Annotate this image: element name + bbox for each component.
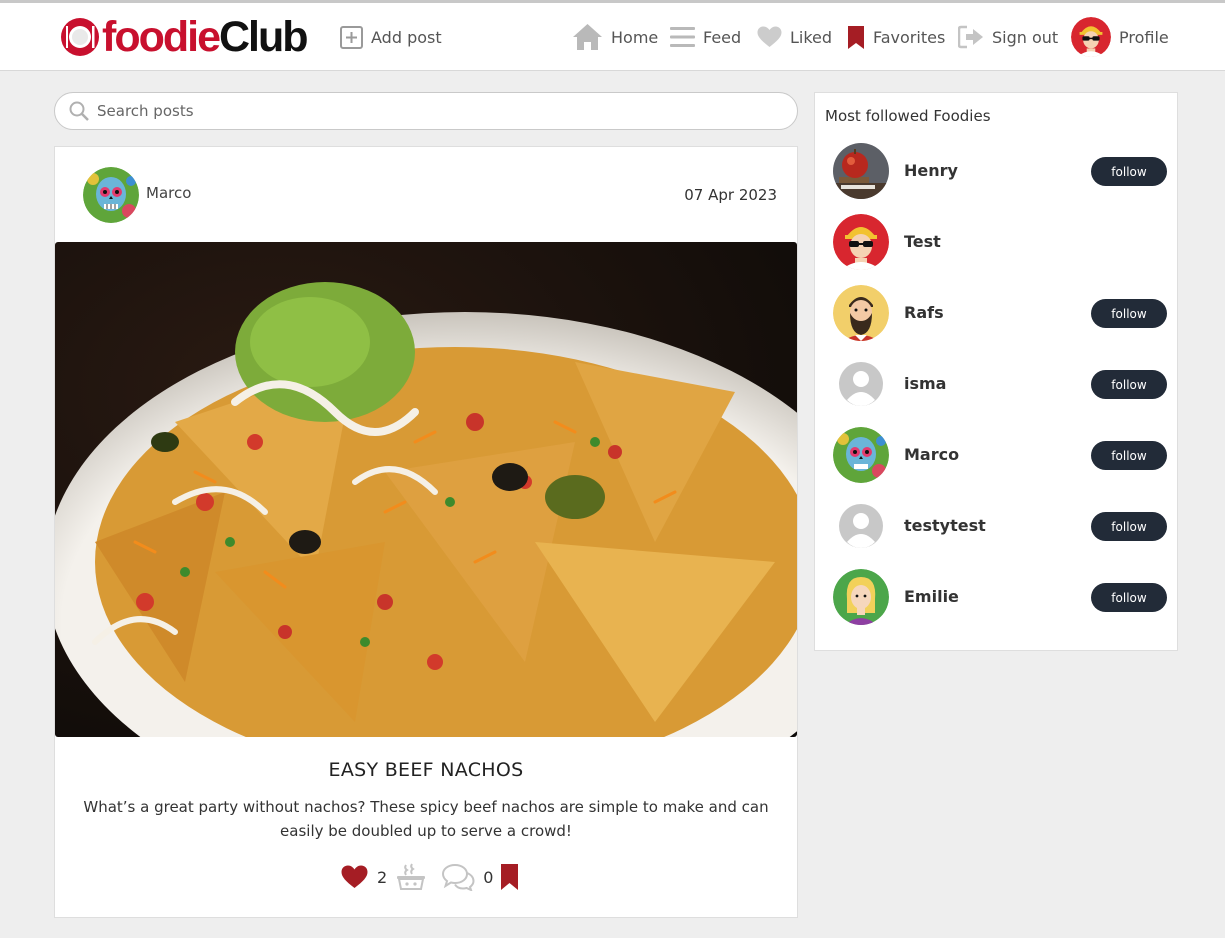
- post-image[interactable]: [55, 242, 797, 737]
- likes-count: 2: [377, 867, 388, 887]
- foodie-item: testytest follow: [833, 498, 1167, 554]
- nav-favorites[interactable]: Favorites: [847, 18, 945, 56]
- follow-button[interactable]: follow: [1091, 512, 1167, 541]
- plate-logo-icon: [61, 18, 99, 56]
- logo[interactable]: foodieClub: [60, 12, 309, 61]
- avatar[interactable]: [833, 356, 889, 412]
- foodie-name[interactable]: isma: [904, 374, 946, 393]
- bookmark-icon[interactable]: [500, 863, 519, 891]
- foodie-name[interactable]: Marco: [904, 445, 959, 464]
- foodie-name[interactable]: Emilie: [904, 587, 959, 606]
- logo-text: foodieClub: [102, 12, 309, 61]
- foodie-name[interactable]: Test: [904, 232, 941, 251]
- foodie-item: Marco follow: [833, 427, 1167, 483]
- follow-button[interactable]: follow: [1091, 157, 1167, 186]
- cooking-pot-icon[interactable]: [395, 863, 427, 891]
- nav-favorites-label: Favorites: [873, 27, 946, 47]
- avatar[interactable]: [833, 214, 889, 270]
- nav-home[interactable]: Home: [572, 18, 658, 56]
- navbar: foodieClub Add post Home Feed Liked Favo…: [0, 3, 1225, 71]
- sign-out-icon: [958, 25, 983, 49]
- search-input[interactable]: [97, 102, 757, 120]
- follow-button[interactable]: follow: [1091, 370, 1167, 399]
- nav-add-post[interactable]: Add post: [340, 18, 442, 56]
- foodie-item: Henry follow: [833, 143, 1167, 199]
- follow-button[interactable]: follow: [1091, 299, 1167, 328]
- post-card: Marco 07 Apr 2023 EASY BEEF NACHOS What’…: [54, 146, 798, 918]
- search-bar: [54, 92, 798, 130]
- nav-profile-label: Profile: [1119, 27, 1169, 47]
- comment-icon[interactable]: [441, 863, 475, 891]
- heart-icon: [757, 26, 782, 47]
- post-author-avatar[interactable]: [83, 167, 139, 223]
- foodie-name[interactable]: testytest: [904, 516, 986, 535]
- nav-feed-label: Feed: [703, 27, 742, 47]
- avatar[interactable]: [833, 427, 889, 483]
- post-author-name[interactable]: Marco: [146, 184, 191, 202]
- avatar[interactable]: [833, 569, 889, 625]
- comments-count: 0: [483, 867, 494, 887]
- follow-button[interactable]: follow: [1091, 441, 1167, 470]
- nav-feed[interactable]: Feed: [670, 18, 741, 56]
- nav-sign-out-label: Sign out: [992, 27, 1059, 47]
- profile-avatar: [1071, 17, 1111, 57]
- nav-liked-label: Liked: [790, 27, 833, 47]
- foodie-item: Emilie follow: [833, 569, 1167, 625]
- heart-icon[interactable]: [341, 865, 368, 889]
- post-date: 07 Apr 2023: [684, 186, 777, 204]
- sidebar-title: Most followed Foodies: [825, 107, 991, 125]
- follow-button[interactable]: follow: [1091, 583, 1167, 612]
- home-icon: [573, 24, 602, 50]
- nav-profile[interactable]: Profile: [1071, 17, 1169, 57]
- nav-home-label: Home: [611, 27, 659, 47]
- avatar[interactable]: [833, 143, 889, 199]
- foodie-name[interactable]: Rafs: [904, 303, 944, 322]
- post-title[interactable]: EASY BEEF NACHOS: [55, 759, 797, 781]
- add-square-icon: [340, 25, 363, 49]
- bookmark-icon: [848, 25, 864, 49]
- nav-liked[interactable]: Liked: [757, 18, 832, 56]
- post-description: What’s a great party without nachos? The…: [83, 798, 769, 840]
- foodie-item: Rafs follow: [833, 285, 1167, 341]
- foodie-name[interactable]: Henry: [904, 161, 958, 180]
- post-actions: 2 0: [341, 861, 519, 893]
- menu-lines-icon: [670, 27, 695, 47]
- avatar[interactable]: [833, 498, 889, 554]
- foodie-item: isma follow: [833, 356, 1167, 412]
- most-followed-panel: Most followed Foodies Henry follow Test …: [814, 92, 1178, 651]
- avatar[interactable]: [833, 285, 889, 341]
- foodie-item: Test: [833, 214, 1167, 270]
- search-icon: [69, 101, 89, 121]
- nav-sign-out[interactable]: Sign out: [958, 18, 1058, 56]
- nav-add-post-label: Add post: [371, 27, 442, 47]
